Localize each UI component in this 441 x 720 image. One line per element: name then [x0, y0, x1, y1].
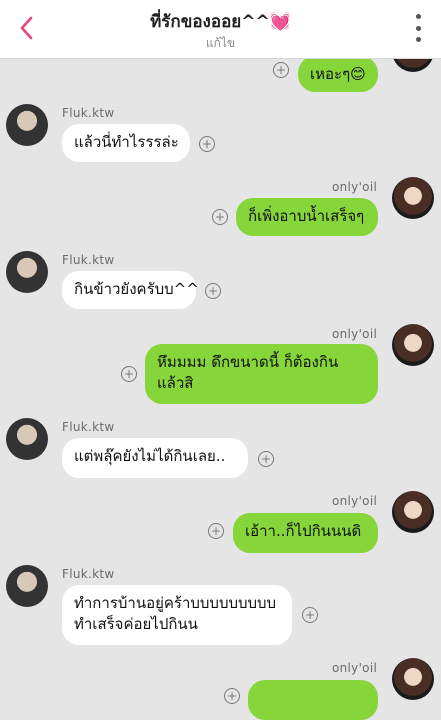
message-line: หึมมมม ดึกขนาดนี้ ก็ต้องกิน — [157, 353, 339, 371]
chat-title[interactable]: ที่รักของออย^^💓 — [0, 8, 441, 35]
message-bubble[interactable]: ก็เพิ่งอาบน้ำเสร็จๆ — [236, 198, 378, 236]
avatar[interactable] — [6, 565, 48, 607]
edit-link[interactable]: แก้ไข — [0, 34, 441, 53]
sender-name: only'oil — [332, 180, 378, 194]
chat-header: ที่รักของออย^^💓 แก้ไข — [0, 0, 441, 59]
message-line: ทำการบ้านอยู่คร้าบบบบบบบบบ — [74, 594, 277, 612]
message-bubble[interactable]: แต่พลุ๊คยังไม่ได้กินเลย.. — [62, 438, 248, 478]
sender-name: Fluk.ktw — [62, 567, 115, 581]
message-bubble[interactable]: หึมมมม ดึกขนาดนี้ ก็ต้องกิน แล้วสิ — [145, 344, 378, 404]
message-bubble[interactable]: … — [248, 680, 378, 720]
avatar[interactable] — [392, 177, 434, 219]
message-bubble[interactable]: เอ้าา..ก็ไปกินนนดิ — [233, 513, 378, 553]
heart-icon: 💓 — [269, 12, 291, 32]
add-reaction-icon[interactable]: + — [205, 283, 221, 299]
avatar[interactable] — [392, 658, 434, 700]
sender-name: Fluk.ktw — [62, 106, 115, 120]
message-line: ทำเสร็จค่อยไปกินน — [74, 615, 198, 633]
add-reaction-icon[interactable]: + — [224, 688, 240, 704]
message-bubble[interactable]: กินข้าวยังครับบ^^ — [62, 271, 199, 309]
sender-name: only'oil — [332, 661, 378, 675]
message-bubble[interactable]: ทำการบ้านอยู่คร้าบบบบบบบบบ ทำเสร็จค่อยไป… — [62, 585, 292, 645]
message-line: แล้วสิ — [157, 374, 194, 392]
add-reaction-icon[interactable]: + — [273, 62, 289, 78]
add-reaction-icon[interactable]: + — [121, 366, 137, 382]
avatar[interactable] — [392, 491, 434, 533]
sender-name: only'oil — [332, 494, 378, 508]
message-bubble[interactable]: เหอะๆ😊 — [298, 56, 378, 92]
add-reaction-icon[interactable]: + — [302, 607, 318, 623]
avatar[interactable] — [6, 418, 48, 460]
sender-name: Fluk.ktw — [62, 420, 115, 434]
avatar[interactable] — [6, 251, 48, 293]
avatar[interactable] — [6, 104, 48, 146]
more-vertical-icon — [415, 14, 421, 19]
sender-name: only'oil — [332, 327, 378, 341]
message-bubble[interactable]: แล้วนี่ทำไรรรล่ะ — [62, 124, 190, 162]
add-reaction-icon[interactable]: + — [208, 523, 224, 539]
add-reaction-icon[interactable]: + — [212, 209, 228, 225]
add-reaction-icon[interactable]: + — [258, 451, 274, 467]
add-reaction-icon[interactable]: + — [199, 136, 215, 152]
chat-title-text: ที่รักของออย^^ — [150, 12, 270, 32]
avatar[interactable] — [392, 324, 434, 366]
more-menu-button[interactable] — [413, 14, 423, 42]
sender-name: Fluk.ktw — [62, 253, 115, 267]
